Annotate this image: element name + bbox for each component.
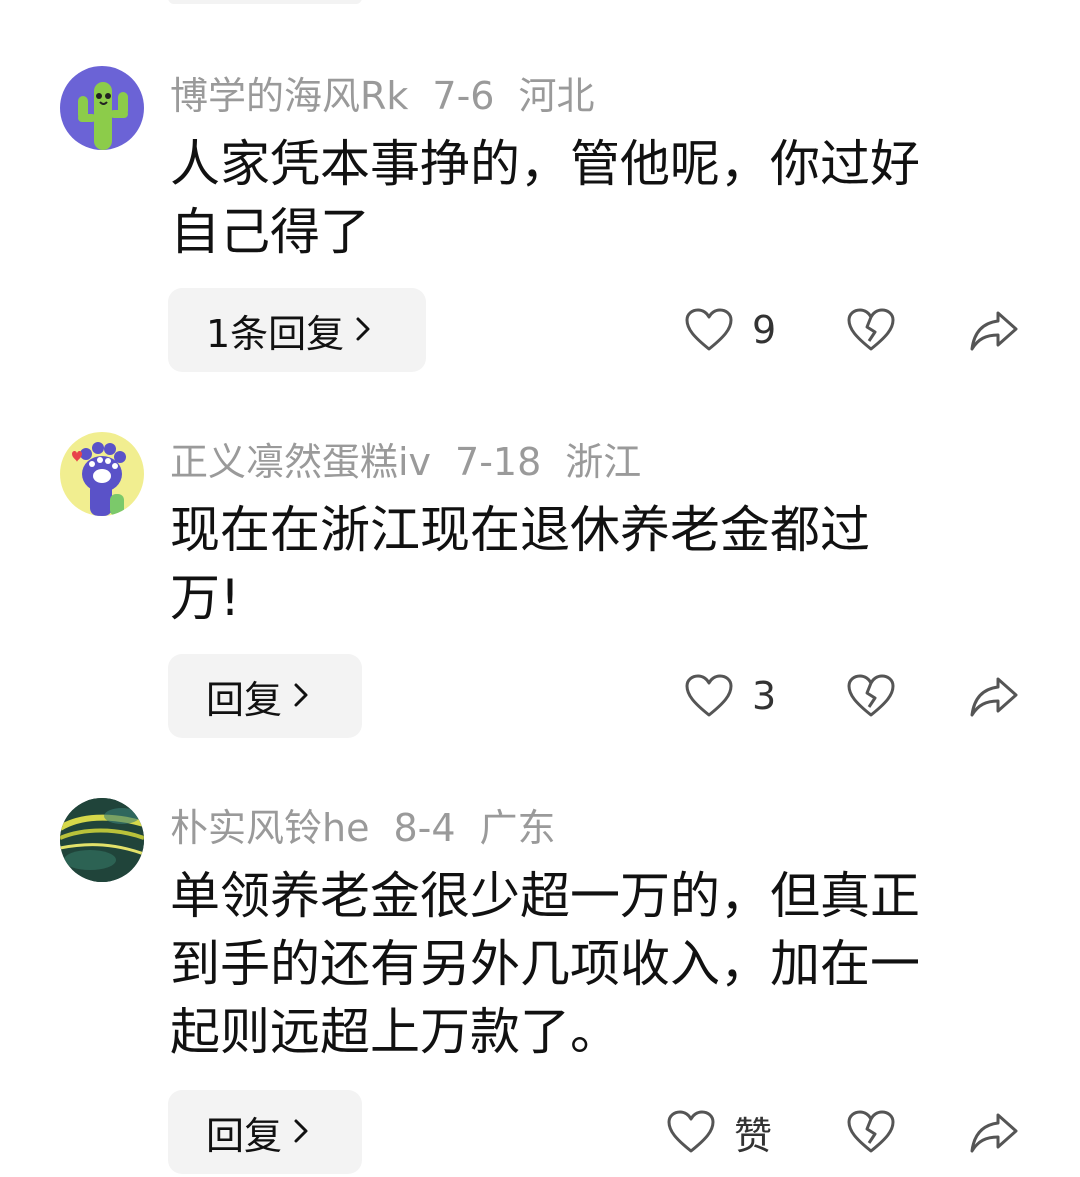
heart-outline-icon xyxy=(685,308,733,351)
comment-text[interactable]: 单领养老金很少超一万的，但真正 到手的还有另外几项收入，加在一 起则远超上万款了… xyxy=(170,862,1000,1066)
reply-label: 回复 xyxy=(206,1113,283,1158)
comment-meta: 博学的海风Rk 7-6 河北 xyxy=(170,70,619,122)
chevron-right-icon xyxy=(292,1110,310,1154)
like-label: 赞 xyxy=(734,1113,773,1158)
comment-location: 广东 xyxy=(479,806,556,850)
comment-text[interactable]: 人家凭本事挣的，管他呢，你过好 自己得了 xyxy=(170,130,1000,266)
share-button[interactable] xyxy=(968,288,1020,372)
comment-actions: 9 xyxy=(660,288,1040,372)
avatar[interactable] xyxy=(60,432,144,516)
dislike-button[interactable] xyxy=(846,654,896,738)
comment-text[interactable]: 现在在浙江现在退休养老金都过 万! xyxy=(170,496,1000,632)
avatar[interactable] xyxy=(60,66,144,150)
reply-label: 回复 xyxy=(206,677,283,722)
username[interactable]: 博学的海风Rk xyxy=(170,74,408,118)
comment-feed: 博学的海风Rk 7-6 河北 人家凭本事挣的，管他呢，你过好 自己得了 1条回复 9 xyxy=(0,0,1080,1177)
view-replies-button[interactable]: 1条回复 xyxy=(168,288,426,372)
heart-outline-icon xyxy=(667,1110,715,1153)
like-button[interactable]: 3 xyxy=(684,654,776,738)
comment-location: 浙江 xyxy=(565,440,642,484)
comment-meta: 朴实风铃he 8-4 广东 xyxy=(170,802,580,854)
abstract-photo-avatar-icon xyxy=(60,798,144,882)
dislike-button[interactable] xyxy=(846,288,896,372)
dislike-button[interactable] xyxy=(846,1090,896,1174)
chevron-right-icon xyxy=(354,308,372,352)
previous-reply-button-edge[interactable] xyxy=(168,0,362,4)
comment-actions: 赞 xyxy=(660,1090,1040,1174)
heart-outline-icon xyxy=(685,674,733,717)
comment-date: 7-18 xyxy=(455,440,542,484)
comment-date: 8-4 xyxy=(393,806,456,850)
like-button[interactable]: 赞 xyxy=(666,1090,772,1174)
comment-meta: 正义凛然蛋糕iv 7-18 浙江 xyxy=(170,436,665,488)
share-button[interactable] xyxy=(968,1090,1020,1174)
comment-location: 河北 xyxy=(518,74,595,118)
broken-heart-icon xyxy=(847,674,895,717)
like-count: 3 xyxy=(752,674,777,718)
like-button[interactable]: 9 xyxy=(684,288,776,372)
chevron-right-icon xyxy=(292,674,310,718)
share-arrow-icon xyxy=(970,311,1018,351)
share-button[interactable] xyxy=(968,654,1020,738)
comment-actions: 3 xyxy=(660,654,1040,738)
share-arrow-icon xyxy=(970,1113,1018,1153)
cactus-avatar-icon xyxy=(78,82,128,150)
comment-date: 7-6 xyxy=(432,74,495,118)
reply-button[interactable]: 回复 xyxy=(168,1090,362,1174)
share-arrow-icon xyxy=(970,677,1018,717)
username[interactable]: 朴实风铃he xyxy=(170,806,369,850)
broken-heart-icon xyxy=(847,1110,895,1153)
reply-button[interactable]: 回复 xyxy=(168,654,362,738)
paw-avatar-icon xyxy=(72,442,126,516)
like-count: 9 xyxy=(752,308,777,352)
username[interactable]: 正义凛然蛋糕iv xyxy=(170,440,431,484)
avatar[interactable] xyxy=(60,798,144,882)
broken-heart-icon xyxy=(847,308,895,351)
reply-label: 1条回复 xyxy=(206,311,345,356)
